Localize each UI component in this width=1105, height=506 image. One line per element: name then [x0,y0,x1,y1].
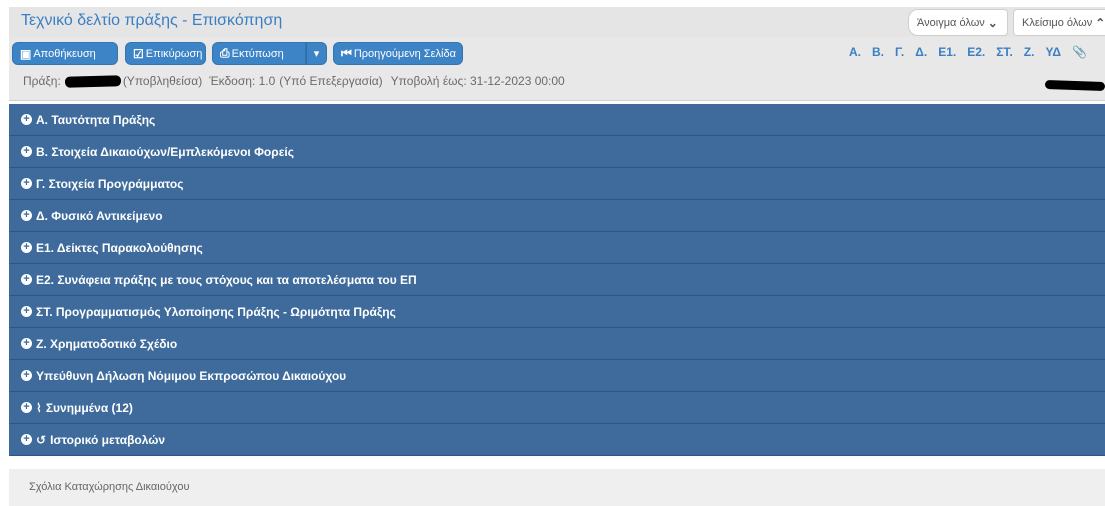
caret-down-icon: ▾ [313,48,320,60]
section-b-beneficiaries[interactable]: + Β. Στοιχεία Δικαιούχων/Εμπλεκόμενοι Φο… [9,136,1105,168]
comments-label: Σχόλια Καταχώρησης Δικαιούχου [29,481,190,493]
plus-circle-icon: + [21,146,32,157]
plus-circle-icon: + [21,274,32,285]
previous-page-button[interactable]: ⏮ Προηγούμενη Σελίδα [333,42,463,65]
chevron-up-icon: ⌃ [1095,15,1105,30]
redacted-id [1044,79,1105,92]
plus-circle-icon: + [21,402,32,413]
nav-link-e2[interactable]: Ε2. [967,45,985,59]
section-panels: + Α. Ταυτότητα Πράξης + Β. Στοιχεία Δικα… [9,104,1105,456]
nav-link-yd[interactable]: ΥΔ [1045,45,1061,59]
nav-link-g[interactable]: Γ. [895,45,904,59]
close-all-label: Κλείσιμο όλων [1022,16,1093,29]
nav-link-b[interactable]: Β. [872,45,884,59]
plus-circle-icon: + [21,114,32,125]
plus-circle-icon: + [21,370,32,381]
print-dropdown-button[interactable]: ▾ [306,42,327,65]
nav-link-st[interactable]: ΣΤ. [996,45,1013,59]
praxi-status: (Υποβληθείσα) [122,74,203,88]
chevron-down-icon: ⌄ [987,15,998,30]
nav-link-e1[interactable]: Ε1. [938,45,956,59]
version-status: (Υπό Επεξεργασία) [279,74,383,88]
check-square-icon: ☑ [133,46,144,61]
section-e2-relevance[interactable]: + Ε2. Συνάφεια πράξης με τους στόχους κα… [9,264,1105,296]
nav-link-z[interactable]: Ζ. [1024,45,1035,59]
toolbar: ▣ Αποθήκευση ☑ Επικύρωση ⎙ Εκτύπωση ▾ ⏮ … [9,37,1105,101]
praxi-label: Πράξη: [23,74,61,88]
section-nav: Α. Β. Γ. Δ. Ε1. Ε2. ΣΤ. Ζ. ΥΔ 📎 [849,45,1087,59]
plus-circle-icon: + [21,306,32,317]
section-e1-indicators[interactable]: + Ε1. Δείκτες Παρακολούθησης [9,232,1105,264]
section-d-physical-object[interactable]: + Δ. Φυσικό Αντικείμενο [9,200,1105,232]
section-attachments[interactable]: + ⌇ Συνημμένα (12) [9,392,1105,424]
previous-page-label: Προηγούμενη Σελίδα [353,47,456,60]
history-icon: ↺ [36,432,47,447]
close-all-button[interactable]: Κλείσιμο όλων ⌃ [1013,9,1105,36]
page-title: Τεχνικό δελτίο πράξης - Επισκόπηση [21,12,283,29]
paperclip-icon[interactable]: 📎 [1072,45,1087,59]
plus-circle-icon: + [21,178,32,189]
open-all-button[interactable]: Άνοιγμα όλων ⌄ [908,9,1008,36]
nav-link-d[interactable]: Δ. [915,45,927,59]
section-st-scheduling[interactable]: + ΣΤ. Προγραμματισμός Υλοποίησης Πράξης … [9,296,1105,328]
validate-label: Επικύρωση [145,47,203,60]
step-backward-icon: ⏮ [341,46,352,60]
plus-circle-icon: + [21,338,32,349]
redacted-code [64,74,121,88]
save-button[interactable]: ▣ Αποθήκευση [12,42,118,65]
section-declaration[interactable]: + Υπεύθυνη Δήλωση Νόμιμου Εκπροσώπου Δικ… [9,360,1105,392]
beneficiary-comments: Σχόλια Καταχώρησης Δικαιούχου [9,469,1105,506]
plus-circle-icon: + [21,434,32,445]
print-label: Εκτύπωση [231,47,284,60]
paperclip-icon: ⌇ [36,400,42,415]
validate-button[interactable]: ☑ Επικύρωση [125,42,206,65]
section-g-programme[interactable]: + Γ. Στοιχεία Προγράμματος [9,168,1105,200]
floppy-icon: ▣ [20,46,32,61]
submission-deadline: Υποβολή έως: 31-12-2023 00:00 [390,74,565,88]
print-button[interactable]: ⎙ Εκτύπωση [212,42,306,65]
save-label: Αποθήκευση [33,47,96,60]
section-a-identity[interactable]: + Α. Ταυτότητα Πράξης [9,104,1105,136]
section-history[interactable]: + ↺ Ιστορικό μεταβολών [9,424,1105,456]
section-z-financial-plan[interactable]: + Ζ. Χρηματοδοτικό Σχέδιο [9,328,1105,360]
open-all-label: Άνοιγμα όλων [917,16,985,29]
nav-link-a[interactable]: Α. [849,45,861,59]
version: Έκδοση: 1.0 [209,74,276,88]
praxi-info: Πράξη: (Υποβληθείσα) Έκδοση: 1.0 (Υπό Επ… [23,74,565,88]
plus-circle-icon: + [21,242,32,253]
printer-icon: ⎙ [220,46,230,60]
plus-circle-icon: + [21,210,32,221]
title-bar: Τεχνικό δελτίο πράξης - Επισκόπηση Άνοιγ… [9,7,1105,37]
